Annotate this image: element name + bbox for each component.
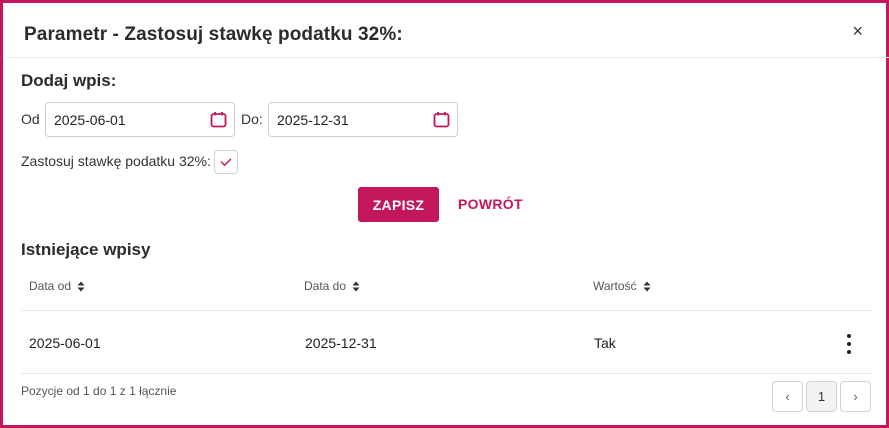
table-header-divider xyxy=(21,310,871,311)
check-icon xyxy=(220,158,232,166)
date-from-value: 2025-06-01 xyxy=(54,112,126,128)
cell-date-from: 2025-06-01 xyxy=(29,335,101,351)
table-footer-divider xyxy=(21,373,871,374)
calendar-icon[interactable] xyxy=(210,111,227,128)
sort-icon[interactable] xyxy=(352,281,360,292)
dialog-frame: Parametr - Zastosuj stawkę podatku 32%: … xyxy=(0,0,889,428)
dialog-title: Parametr - Zastosuj stawkę podatku 32%: xyxy=(24,24,403,45)
more-vertical-icon[interactable] xyxy=(841,332,857,356)
column-header-label: Data od xyxy=(29,279,72,293)
prev-page-button[interactable]: ‹ xyxy=(772,381,803,412)
column-header-label: Data do xyxy=(304,279,347,293)
existing-entries-heading: Istniejące wpisy xyxy=(21,240,151,259)
close-icon[interactable]: × xyxy=(852,21,863,41)
cell-date-to: 2025-12-31 xyxy=(305,335,377,351)
page-1-button[interactable]: 1 xyxy=(806,381,837,412)
from-label: Od xyxy=(21,111,40,127)
column-header-date-to[interactable]: Data do xyxy=(304,279,360,293)
sort-icon[interactable] xyxy=(77,281,85,292)
add-entry-heading: Dodaj wpis: xyxy=(21,71,117,90)
date-to-value: 2025-12-31 xyxy=(277,112,349,128)
date-to-input[interactable]: 2025-12-31 xyxy=(268,102,458,137)
next-page-button[interactable]: › xyxy=(840,381,871,412)
tax-rate-checkbox-label: Zastosuj stawkę podatku 32%: xyxy=(21,153,211,169)
column-header-label: Wartość xyxy=(593,279,637,293)
to-label: Do: xyxy=(241,111,263,127)
sort-icon[interactable] xyxy=(643,281,651,292)
pagination-summary: Pozycje od 1 do 1 z 1 łącznie xyxy=(21,384,177,398)
calendar-icon[interactable] xyxy=(433,111,450,128)
save-button[interactable]: ZAPISZ xyxy=(358,187,439,222)
tax-rate-checkbox[interactable] xyxy=(214,150,238,174)
date-from-input[interactable]: 2025-06-01 xyxy=(45,102,235,137)
back-button[interactable]: POWRÓT xyxy=(458,196,523,212)
cell-value: Tak xyxy=(594,335,616,351)
column-header-value[interactable]: Wartość xyxy=(593,279,651,293)
column-header-date-from[interactable]: Data od xyxy=(29,279,85,293)
dialog-header: Parametr - Zastosuj stawkę podatku 32%: … xyxy=(6,6,889,58)
